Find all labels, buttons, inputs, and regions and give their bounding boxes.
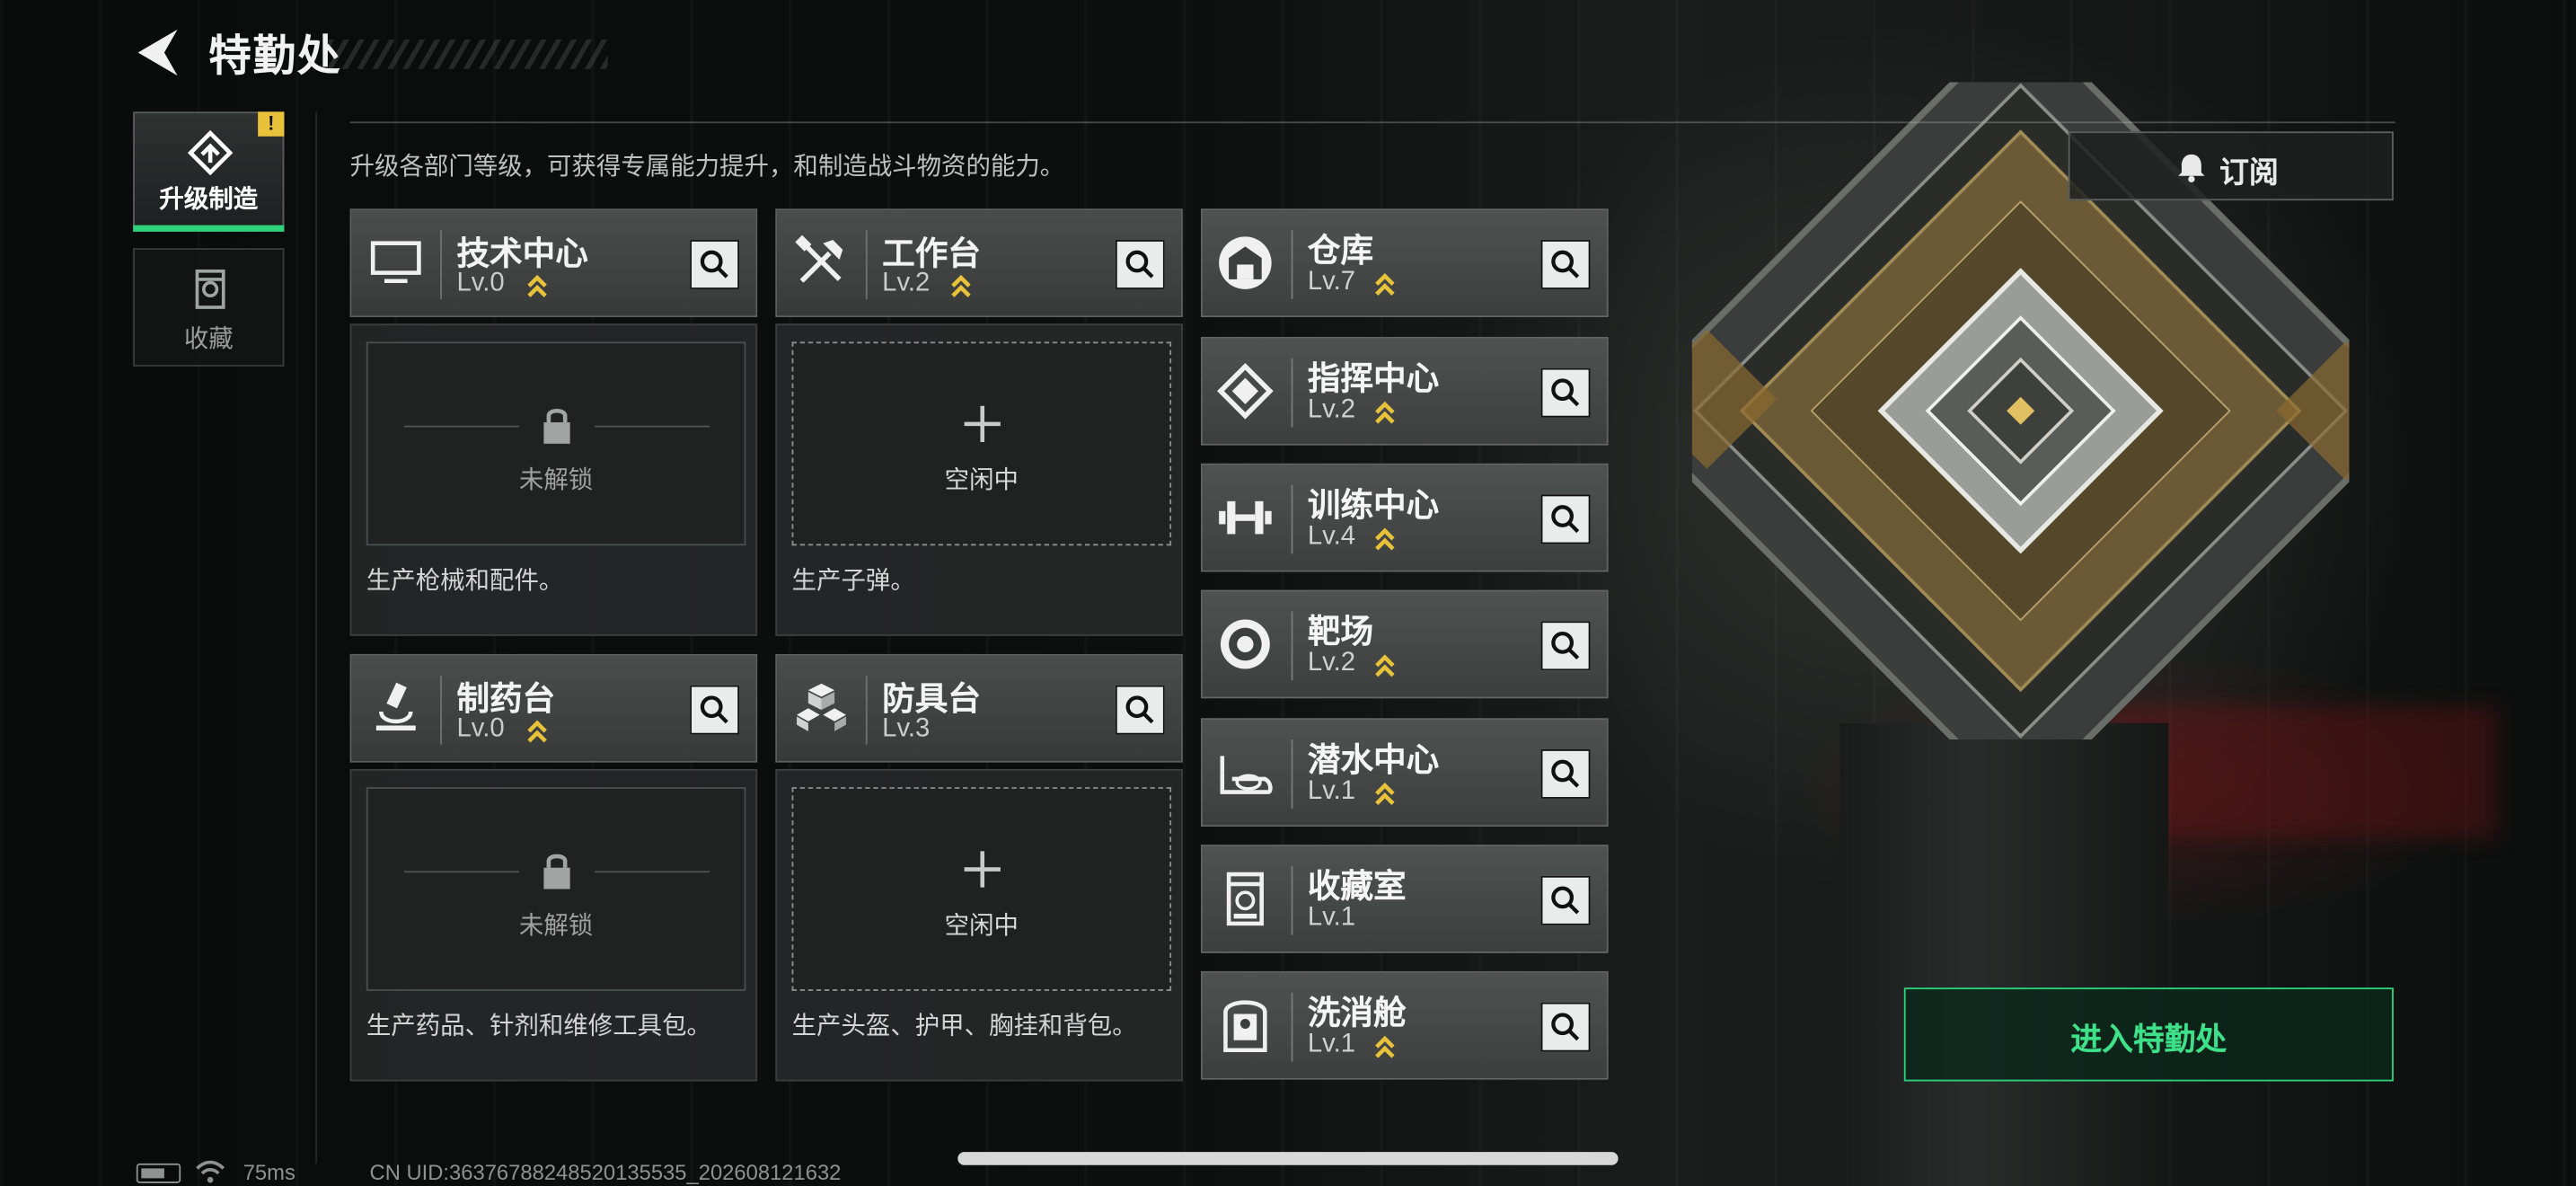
back-icon[interactable] [131, 26, 181, 79]
upgrade-chevron-icon [527, 274, 547, 297]
department-command-center[interactable]: 指挥中心 Lv.2 [1200, 336, 1609, 446]
lock-icon [543, 408, 570, 444]
diving-mask-icon [1220, 756, 1273, 794]
search-icon[interactable] [1540, 875, 1591, 925]
search-icon[interactable] [1540, 749, 1591, 799]
alert-badge: ! [258, 111, 285, 137]
department-warehouse[interactable]: 仓库 Lv.7 [1200, 208, 1609, 317]
lock-icon [543, 854, 570, 890]
upgrade-icon [187, 129, 234, 176]
department-shooting-range[interactable]: 靶场 Lv.2 [1200, 589, 1609, 699]
screen: 特勤处 升级制造 ! 收藏 升级各部门等级，可获得专属能力提升，和制造战斗物资的… [0, 0, 2576, 1186]
nav-active-indicator [133, 225, 285, 232]
production-slot: 未解锁 [366, 787, 746, 991]
display-case-icon [1226, 872, 1264, 926]
station-tech-center[interactable]: 技术中心 Lv.0 [349, 208, 758, 317]
home-indicator[interactable] [957, 1152, 1619, 1165]
station-workbench-body: 空闲中 生产子弹。 [775, 323, 1183, 636]
ping-value: 75ms [243, 1160, 296, 1185]
battery-icon [136, 1163, 181, 1183]
station-pharmacy[interactable]: 制药台 Lv.0 [349, 653, 758, 763]
wifi-icon [196, 1160, 225, 1183]
plus-icon [964, 851, 1001, 888]
cubes-icon [797, 683, 846, 731]
nav-label: 收藏 [183, 325, 234, 354]
search-icon[interactable] [1540, 621, 1591, 671]
decon-pod-icon [1223, 1000, 1267, 1053]
page-description: 升级各部门等级，可获得专属能力提升，和制造战斗物资的能力。 [349, 153, 1065, 181]
dumbbell-icon [1219, 500, 1272, 535]
station-armor[interactable]: 防具台 Lv.3 [775, 653, 1183, 763]
monitor-icon [370, 241, 421, 284]
production-slot[interactable]: 空闲中 [791, 787, 1172, 991]
page-title: 特勤处 [208, 31, 342, 81]
station-pharmacy-body: 未解锁 生产药品、针剂和维修工具包。 [349, 768, 758, 1082]
production-slot[interactable]: 空闲中 [791, 341, 1172, 546]
search-icon[interactable] [1540, 240, 1591, 289]
chip-icon [1217, 362, 1274, 420]
department-collection-room[interactable]: 收藏室 Lv.1 [1200, 845, 1609, 953]
search-icon[interactable] [1540, 367, 1591, 418]
warehouse-icon [1219, 236, 1272, 289]
search-icon[interactable] [1115, 685, 1165, 735]
upgrade-chevron-icon [1375, 401, 1395, 424]
upgrade-chevron-icon [1375, 527, 1395, 551]
enter-special-ops-button[interactable]: 进入特勤处 [1903, 987, 2394, 1082]
upgrade-chevron-icon [1375, 654, 1395, 677]
upgrade-chevron-icon [1375, 783, 1395, 805]
production-slot: 未解锁 [366, 341, 746, 546]
collection-icon [195, 269, 225, 309]
department-training-center[interactable]: 训练中心 Lv.4 [1200, 463, 1609, 572]
title-decoration [328, 39, 608, 69]
upgrade-chevron-icon [1375, 1035, 1395, 1058]
user-uid: CN UID:36376788248520135535_202608121632 [369, 1160, 842, 1185]
plus-icon [964, 405, 1001, 443]
search-icon[interactable] [1540, 1002, 1591, 1052]
department-diving-center[interactable]: 潜水中心 Lv.1 [1200, 718, 1609, 827]
department-decontamination[interactable]: 洗消舱 Lv.1 [1200, 970, 1609, 1080]
search-icon[interactable] [690, 685, 740, 735]
station-armor-body: 空闲中 生产头盔、护甲、胸挂和背包。 [775, 768, 1183, 1082]
station-tech-center-body: 未解锁 生产枪械和配件。 [349, 323, 758, 636]
upgrade-chevron-icon [527, 720, 547, 743]
target-icon [1220, 619, 1270, 669]
bell-icon [2178, 154, 2205, 183]
search-icon[interactable] [1115, 240, 1165, 289]
station-workbench[interactable]: 工作台 Lv.2 [775, 208, 1183, 317]
upgrade-chevron-icon [951, 274, 971, 297]
subscribe-button[interactable]: 订阅 [2068, 131, 2394, 201]
search-icon[interactable] [690, 240, 740, 289]
microscope-icon [375, 682, 416, 730]
nav-collection[interactable]: 收藏 [133, 248, 285, 367]
machine-shaft [1839, 722, 2169, 1186]
nav-label: 升级制造 [159, 185, 259, 214]
search-icon[interactable] [1540, 494, 1591, 544]
tools-icon [795, 235, 843, 283]
upgrade-chevron-icon [1375, 273, 1395, 296]
